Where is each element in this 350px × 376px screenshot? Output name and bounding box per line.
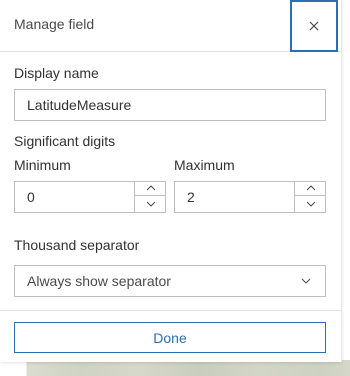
close-button[interactable] [290, 0, 338, 52]
chevron-down-icon [306, 201, 315, 207]
maximum-stepper [294, 181, 326, 213]
chevron-down-icon [146, 201, 155, 207]
panel-title: Manage field [14, 16, 95, 32]
thousand-separator-select[interactable]: Always show separator [14, 265, 326, 297]
chevron-up-icon [306, 185, 315, 191]
display-name-label: Display name [14, 65, 99, 81]
thousand-separator-label: Thousand separator [14, 237, 140, 253]
chevron-down-icon [301, 278, 311, 284]
display-name-input[interactable] [14, 89, 326, 121]
minimum-label: Minimum [14, 157, 71, 173]
maximum-increment-button[interactable] [295, 181, 326, 196]
map-background [0, 360, 350, 376]
thousand-separator-value: Always show separator [27, 273, 171, 289]
manage-field-panel: Manage field Display name Significant di… [0, 0, 342, 362]
minimum-increment-button[interactable] [135, 181, 166, 196]
maximum-label: Maximum [174, 157, 235, 173]
significant-digits-label: Significant digits [14, 133, 116, 149]
chevron-up-icon [146, 185, 155, 191]
panel-header: Manage field [0, 0, 342, 52]
minimum-decrement-button[interactable] [135, 196, 166, 211]
footer-divider [0, 310, 342, 311]
done-button[interactable]: Done [14, 322, 326, 353]
close-icon [309, 21, 319, 31]
maximum-decrement-button[interactable] [295, 196, 326, 211]
minimum-stepper [134, 181, 166, 213]
